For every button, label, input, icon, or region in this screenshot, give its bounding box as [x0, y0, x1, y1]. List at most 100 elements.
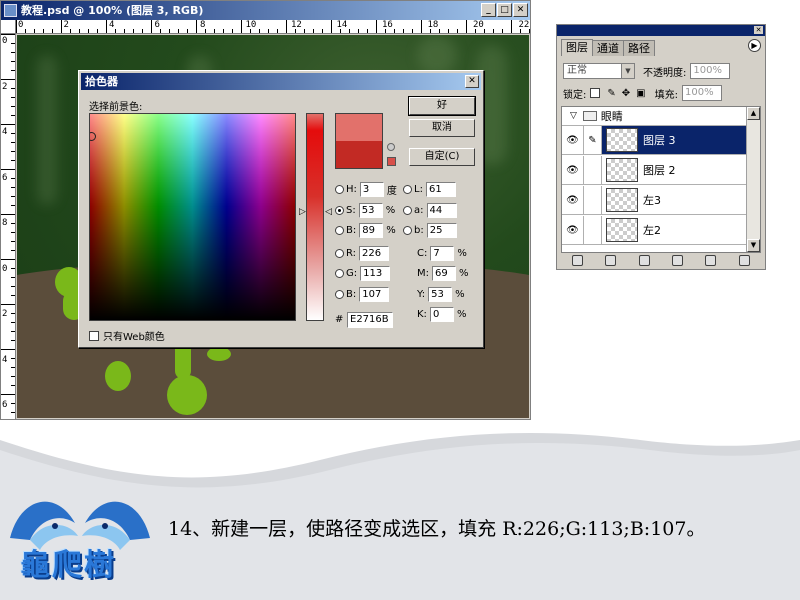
blue-radio[interactable]	[335, 289, 344, 299]
hue-input[interactable]: 3	[359, 181, 384, 197]
blend-row: 正常 ▼ 不透明度: 100%	[563, 62, 761, 80]
logo-text: 龜爬樹	[20, 548, 116, 583]
layer-scrollbar[interactable]: ▲ ▼	[746, 107, 760, 252]
color-picker-title[interactable]: 拾色器	[81, 73, 481, 90]
ruler-label: 10	[245, 20, 257, 30]
panel-menu-icon[interactable]: ▶	[748, 39, 761, 52]
green-radio[interactable]	[335, 268, 344, 278]
tab-layers[interactable]: 图层	[561, 39, 593, 56]
panel-titlebar[interactable]: ✕	[557, 25, 765, 36]
eye-icon[interactable]: 👁	[562, 186, 584, 214]
fill-input[interactable]: 100%	[681, 85, 722, 101]
ruler-label: 18	[427, 20, 439, 30]
cancel-button[interactable]: 取消	[409, 119, 475, 137]
scroll-down-icon[interactable]: ▼	[747, 239, 760, 252]
blue-row: B: 107	[335, 286, 392, 302]
maximize-button[interactable]: □	[497, 3, 512, 17]
color-picker-dialog: 拾色器 ✕ 选择前景色: ▷ ◁ 好 取消 自定(C) H: 3 度 S: 53…	[78, 70, 484, 348]
layer-row[interactable]: 👁 图层 2	[562, 156, 746, 185]
web-safe-swatch[interactable]	[387, 157, 396, 166]
hue-row: H: 3 度	[335, 181, 397, 197]
lock-transparency-checkbox[interactable]	[590, 88, 601, 98]
saturation-radio[interactable]	[335, 205, 344, 215]
eye-icon[interactable]: 👁	[562, 156, 584, 184]
close-icon[interactable]: ✕	[465, 75, 479, 88]
lab-a-input[interactable]: 44	[426, 202, 457, 218]
brightness-input[interactable]: 89	[359, 222, 384, 238]
yellow-row: Y: 53 %	[417, 286, 465, 302]
frog-toe	[207, 347, 231, 361]
vertical-ruler[interactable]: 0 2 4 6 8 0 2 4 6	[1, 34, 16, 419]
web-colors-only[interactable]: 只有Web颜色	[89, 328, 165, 343]
minimize-button[interactable]: _	[481, 3, 496, 17]
hex-input[interactable]: E2716B	[347, 312, 393, 328]
black-input[interactable]: 0	[429, 306, 454, 322]
eye-icon[interactable]: 👁	[562, 216, 584, 244]
slider-arrow-left-icon[interactable]: ▷	[299, 207, 306, 217]
horizontal-ruler[interactable]: 0 2 4 6 8 10 12 14 16 18 20 22	[16, 20, 530, 34]
lab-l-radio[interactable]	[403, 184, 412, 194]
slider-arrow-right-icon[interactable]: ◁	[325, 207, 332, 217]
scroll-up-icon[interactable]: ▲	[747, 107, 760, 120]
layer-group[interactable]: ▽ 眼睛	[562, 107, 746, 126]
document-titlebar[interactable]: 教程.psd @ 100% (图层 3, RGB) _ □ ✕	[1, 1, 530, 20]
brush-icon[interactable]: ✎	[584, 126, 602, 154]
picker-prompt: 选择前景色:	[89, 102, 143, 113]
ruler-label: 2	[2, 81, 8, 92]
mask-icon[interactable]	[605, 254, 617, 266]
hue-radio[interactable]	[335, 184, 344, 194]
blend-mode-select[interactable]: 正常 ▼	[563, 63, 635, 79]
lab-b-input[interactable]: 25	[426, 222, 457, 238]
tab-channels[interactable]: 通道	[592, 40, 624, 56]
close-button[interactable]: ✕	[513, 3, 528, 17]
yellow-input[interactable]: 53	[428, 286, 453, 302]
ruler-label: 16	[382, 20, 393, 30]
link-cell[interactable]	[584, 216, 602, 244]
ruler-corner[interactable]	[1, 20, 16, 34]
layer-style-icon[interactable]	[572, 254, 584, 266]
move-icon[interactable]: ✥	[622, 88, 630, 99]
lock-icon[interactable]: ▣	[636, 88, 645, 99]
trash-icon[interactable]	[738, 254, 750, 266]
lock-label: 锁定:	[563, 89, 587, 101]
magenta-row: M: 69 %	[417, 265, 469, 281]
magenta-input[interactable]: 69	[432, 265, 456, 281]
layer-row[interactable]: 👁 左3	[562, 186, 746, 215]
lock-row: 锁定: ✎ ✥ ▣ 填充: 100%	[563, 84, 761, 102]
eye-icon[interactable]: 👁	[562, 126, 584, 154]
green-input[interactable]: 113	[360, 265, 391, 281]
layer-row[interactable]: 👁 ✎ 图层 3	[562, 126, 746, 155]
expand-triangle-icon[interactable]: ▽	[570, 111, 577, 121]
adjustment-layer-icon[interactable]	[672, 254, 684, 266]
brush-icon[interactable]: ✎	[607, 88, 615, 99]
ruler-label: 12	[291, 20, 302, 30]
web-colors-checkbox[interactable]	[89, 330, 99, 341]
tab-paths[interactable]: 路径	[623, 40, 655, 56]
lab-l-input[interactable]: 61	[425, 181, 456, 197]
opacity-input[interactable]: 100%	[690, 63, 731, 79]
color-slider[interactable]	[306, 113, 324, 321]
cyan-input[interactable]: 7	[430, 245, 455, 261]
layer-name: 图层 3	[643, 134, 676, 147]
layer-name: 左2	[643, 224, 661, 237]
lab-b-radio[interactable]	[403, 225, 412, 235]
brightness-radio[interactable]	[335, 225, 344, 235]
red-radio[interactable]	[335, 248, 344, 258]
window-controls: _ □ ✕	[481, 3, 528, 17]
new-color-swatch	[336, 114, 382, 141]
current-color-swatch[interactable]	[336, 141, 382, 168]
layer-row[interactable]: 👁 左2	[562, 216, 746, 245]
color-field[interactable]	[89, 113, 296, 321]
ok-button[interactable]: 好	[408, 96, 476, 116]
lab-a-radio[interactable]	[403, 205, 412, 215]
link-cell[interactable]	[584, 186, 602, 214]
saturation-input[interactable]: 53	[358, 202, 383, 218]
close-icon[interactable]: ✕	[754, 26, 763, 34]
gamut-warning-icon[interactable]	[387, 143, 395, 151]
new-layer-icon[interactable]	[705, 254, 717, 266]
link-cell[interactable]	[584, 156, 602, 184]
custom-button[interactable]: 自定(C)	[409, 148, 475, 166]
blue-input[interactable]: 107	[359, 286, 390, 302]
red-input[interactable]: 226	[359, 245, 390, 261]
new-group-icon[interactable]	[638, 254, 650, 266]
